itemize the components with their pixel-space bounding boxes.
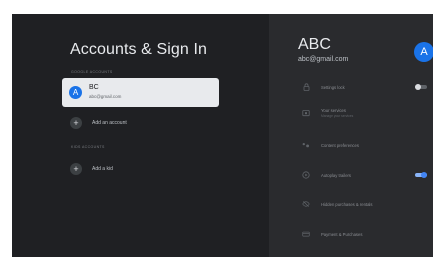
setting-content-preferences[interactable]: Content preferences <box>302 138 433 152</box>
setting-sublabel: Manage your services <box>321 114 354 118</box>
payment-icon <box>302 109 310 117</box>
accounts-panel: Accounts & Sign In Google Accounts A BC … <box>12 14 269 257</box>
setting-label: Settings lock <box>321 84 345 90</box>
account-display-email: abc@gmail.com <box>298 56 349 63</box>
section-label-accounts: Google Accounts <box>71 70 113 74</box>
setting-label: Payment & Purchases <box>321 231 363 237</box>
lock-icon <box>302 83 310 91</box>
page-title: Accounts & Sign In <box>70 41 207 58</box>
setting-label: Your services <box>321 108 346 113</box>
play-icon <box>302 171 310 179</box>
tv-screen: Accounts & Sign In Google Accounts A BC … <box>12 14 433 257</box>
account-display-name: ABC <box>298 36 331 53</box>
setting-payment-purchases[interactable]: Payment & Purchases <box>302 227 433 241</box>
setting-autoplay-trailers[interactable]: Autoplay trailers <box>302 168 433 182</box>
account-detail-panel: ABC abc@gmail.com A Settings lock Your s… <box>269 14 433 257</box>
avatar: A <box>69 86 82 99</box>
account-name: BC <box>89 84 99 91</box>
section-label-kids: Kids accounts <box>71 145 105 149</box>
preferences-icon <box>302 141 310 149</box>
autoplay-trailers-toggle[interactable] <box>415 172 427 178</box>
eye-off-icon <box>302 200 310 208</box>
setting-label: Content preferences <box>321 142 359 148</box>
setting-label: Hidden purchases & rentals <box>321 201 373 207</box>
add-account-label: Add an account <box>92 120 127 126</box>
card-icon <box>302 230 310 238</box>
add-kid-label: Add a kid <box>92 166 113 172</box>
setting-your-services[interactable]: Your services Manage your services <box>302 106 433 120</box>
account-card-selected[interactable]: A BC abc@gmail.com <box>62 78 219 107</box>
add-kid-button[interactable]: + Add a kid <box>70 162 113 176</box>
setting-settings-lock[interactable]: Settings lock <box>302 80 433 94</box>
account-email: abc@gmail.com <box>89 94 122 99</box>
add-account-button[interactable]: + Add an account <box>70 116 127 130</box>
setting-label: Autoplay trailers <box>321 172 352 178</box>
settings-lock-toggle[interactable] <box>415 84 427 90</box>
plus-icon: + <box>70 163 82 175</box>
plus-icon: + <box>70 117 82 129</box>
account-avatar: A <box>414 42 433 62</box>
setting-hidden-purchases[interactable]: Hidden purchases & rentals <box>302 197 433 211</box>
